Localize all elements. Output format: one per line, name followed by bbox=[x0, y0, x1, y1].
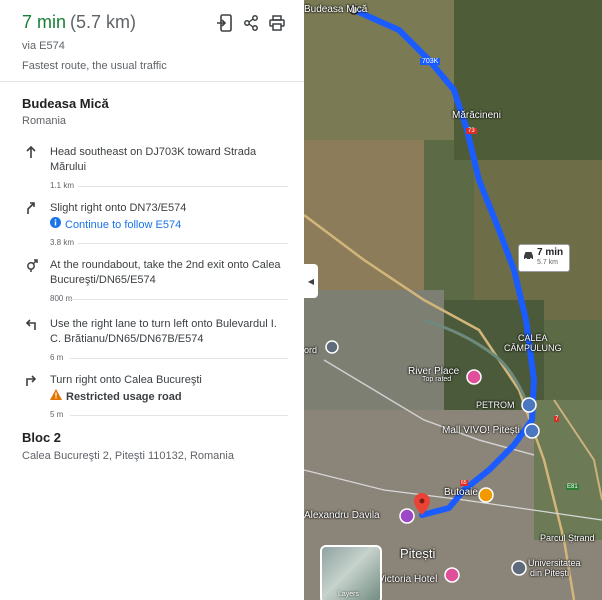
route-duration: 7 min bbox=[22, 12, 67, 32]
step-note[interactable]: Continue to follow E574 bbox=[50, 217, 290, 233]
destination-address: Calea Bucureşti 2, Piteşti 110132, Roman… bbox=[22, 450, 234, 462]
destination-name: Bloc 2 bbox=[22, 430, 62, 445]
step-3[interactable]: At the roundabout, take the 2nd exit ont… bbox=[0, 258, 304, 288]
toolbar bbox=[212, 12, 290, 34]
map-label-calea: CALEA bbox=[518, 333, 548, 343]
road-shield-65: 65 bbox=[460, 480, 468, 486]
road-shield-73: 73 bbox=[466, 128, 477, 134]
roundabout-icon bbox=[24, 258, 40, 274]
step-distance: 5 m bbox=[0, 410, 304, 424]
step-note-text: Continue to follow E574 bbox=[65, 218, 182, 231]
step-5[interactable]: Turn right onto Calea Bucureşti Restrict… bbox=[0, 373, 304, 405]
destination: Bloc 2 Calea Bucureşti 2, Piteşti 110132… bbox=[0, 430, 304, 462]
step-distance: 800 m bbox=[0, 294, 304, 308]
route-distance: (5.7 km) bbox=[70, 12, 137, 32]
print-icon[interactable] bbox=[264, 12, 290, 34]
step-4[interactable]: Use the right lane to turn left onto Bul… bbox=[0, 317, 304, 347]
map-label-top-rated: Top rated bbox=[422, 376, 452, 383]
layers-label: Layers bbox=[338, 591, 360, 598]
origin: Budeasa Mică Romania bbox=[0, 82, 304, 127]
layers-button[interactable]: Layers bbox=[320, 545, 382, 600]
map-label-universitatea: Universitatea bbox=[528, 558, 581, 568]
map-label-ord: ord bbox=[304, 345, 318, 355]
origin-name: Budeasa Mică bbox=[22, 96, 109, 111]
step-warning-text: Restricted usage road bbox=[66, 390, 182, 403]
step-text: Use the right lane to turn left onto Bul… bbox=[50, 318, 277, 345]
route-summary: 7 min (5.7 km) via E574 Fastest route, th… bbox=[0, 0, 304, 82]
bubble-time: 7 min bbox=[537, 247, 564, 258]
map-label-butoaie: Butoaie bbox=[444, 487, 478, 498]
bubble-distance: 5.7 km bbox=[537, 259, 559, 266]
route-via: via E574 bbox=[22, 40, 65, 52]
origin-region: Romania bbox=[22, 115, 67, 127]
collapse-panel-button[interactable]: ◀ bbox=[304, 264, 318, 298]
step-distance-text: 3.8 km bbox=[50, 238, 75, 247]
slight-right-icon bbox=[24, 201, 40, 217]
step-distance-text: 1.1 km bbox=[50, 181, 75, 190]
step-distance: 6 m bbox=[0, 353, 304, 367]
step-text: At the roundabout, take the 2nd exit ont… bbox=[50, 259, 281, 286]
step-distance-text: 800 m bbox=[50, 294, 73, 303]
map-label-alexandru-davila: Alexandru Davila bbox=[304, 510, 380, 521]
step-text: Head southeast on DJ703K toward Strada M… bbox=[50, 146, 257, 173]
step-text: Turn right onto Calea Bucureşti bbox=[50, 374, 202, 386]
map-label-campulung: CÂMPULUNG bbox=[504, 343, 562, 353]
map-label-petrom: PETROM bbox=[476, 400, 515, 410]
car-icon bbox=[523, 251, 534, 263]
turn-left-icon bbox=[24, 317, 40, 333]
info-icon bbox=[50, 217, 61, 233]
step-distance: 1.1 km bbox=[0, 181, 304, 195]
step-warning: Restricted usage road bbox=[50, 389, 290, 405]
map-label-mall-vivo: Mall VIVO! Pitești bbox=[442, 425, 520, 436]
route-time-bubble[interactable]: 7 min 5.7 km bbox=[518, 244, 570, 272]
turn-right-icon bbox=[24, 373, 40, 389]
road-shield-e81: E81 bbox=[566, 484, 579, 490]
map-label-din-pitesti: din Pitești bbox=[530, 568, 570, 578]
map-label-maracineni: Mărăcineni bbox=[452, 110, 501, 121]
warning-icon bbox=[50, 389, 62, 405]
directions-panel: 7 min (5.7 km) via E574 Fastest route, th… bbox=[0, 0, 304, 600]
step-2[interactable]: Slight right onto DN73/E574 Continue to … bbox=[0, 201, 304, 233]
share-icon[interactable] bbox=[238, 12, 264, 34]
arrow-up-icon bbox=[24, 145, 40, 161]
road-shield-703k: 703K bbox=[420, 58, 441, 65]
step-distance-text: 6 m bbox=[50, 353, 64, 362]
map[interactable]: Budeasa Mică 703K Mărăcineni 73 CALEA CÂ… bbox=[304, 0, 602, 600]
step-distance-text: 5 m bbox=[50, 410, 64, 419]
map-label-origin: Budeasa Mică bbox=[304, 4, 368, 15]
map-label-victoria-hotel: Victoria Hotel bbox=[378, 574, 438, 585]
map-label-parcul-strand: Parcul Ștrand bbox=[540, 533, 595, 543]
send-to-phone-icon[interactable] bbox=[212, 12, 238, 34]
road-shield-7: 7 bbox=[554, 416, 560, 422]
route-traffic: Fastest route, the usual traffic bbox=[22, 60, 167, 72]
step-1[interactable]: Head southeast on DJ703K toward Strada M… bbox=[0, 145, 304, 175]
step-text: Slight right onto DN73/E574 bbox=[50, 202, 187, 214]
step-distance: 3.8 km bbox=[0, 238, 304, 252]
map-label-pitesti: Pitești bbox=[400, 546, 436, 561]
chevron-left-icon: ◀ bbox=[307, 276, 315, 286]
